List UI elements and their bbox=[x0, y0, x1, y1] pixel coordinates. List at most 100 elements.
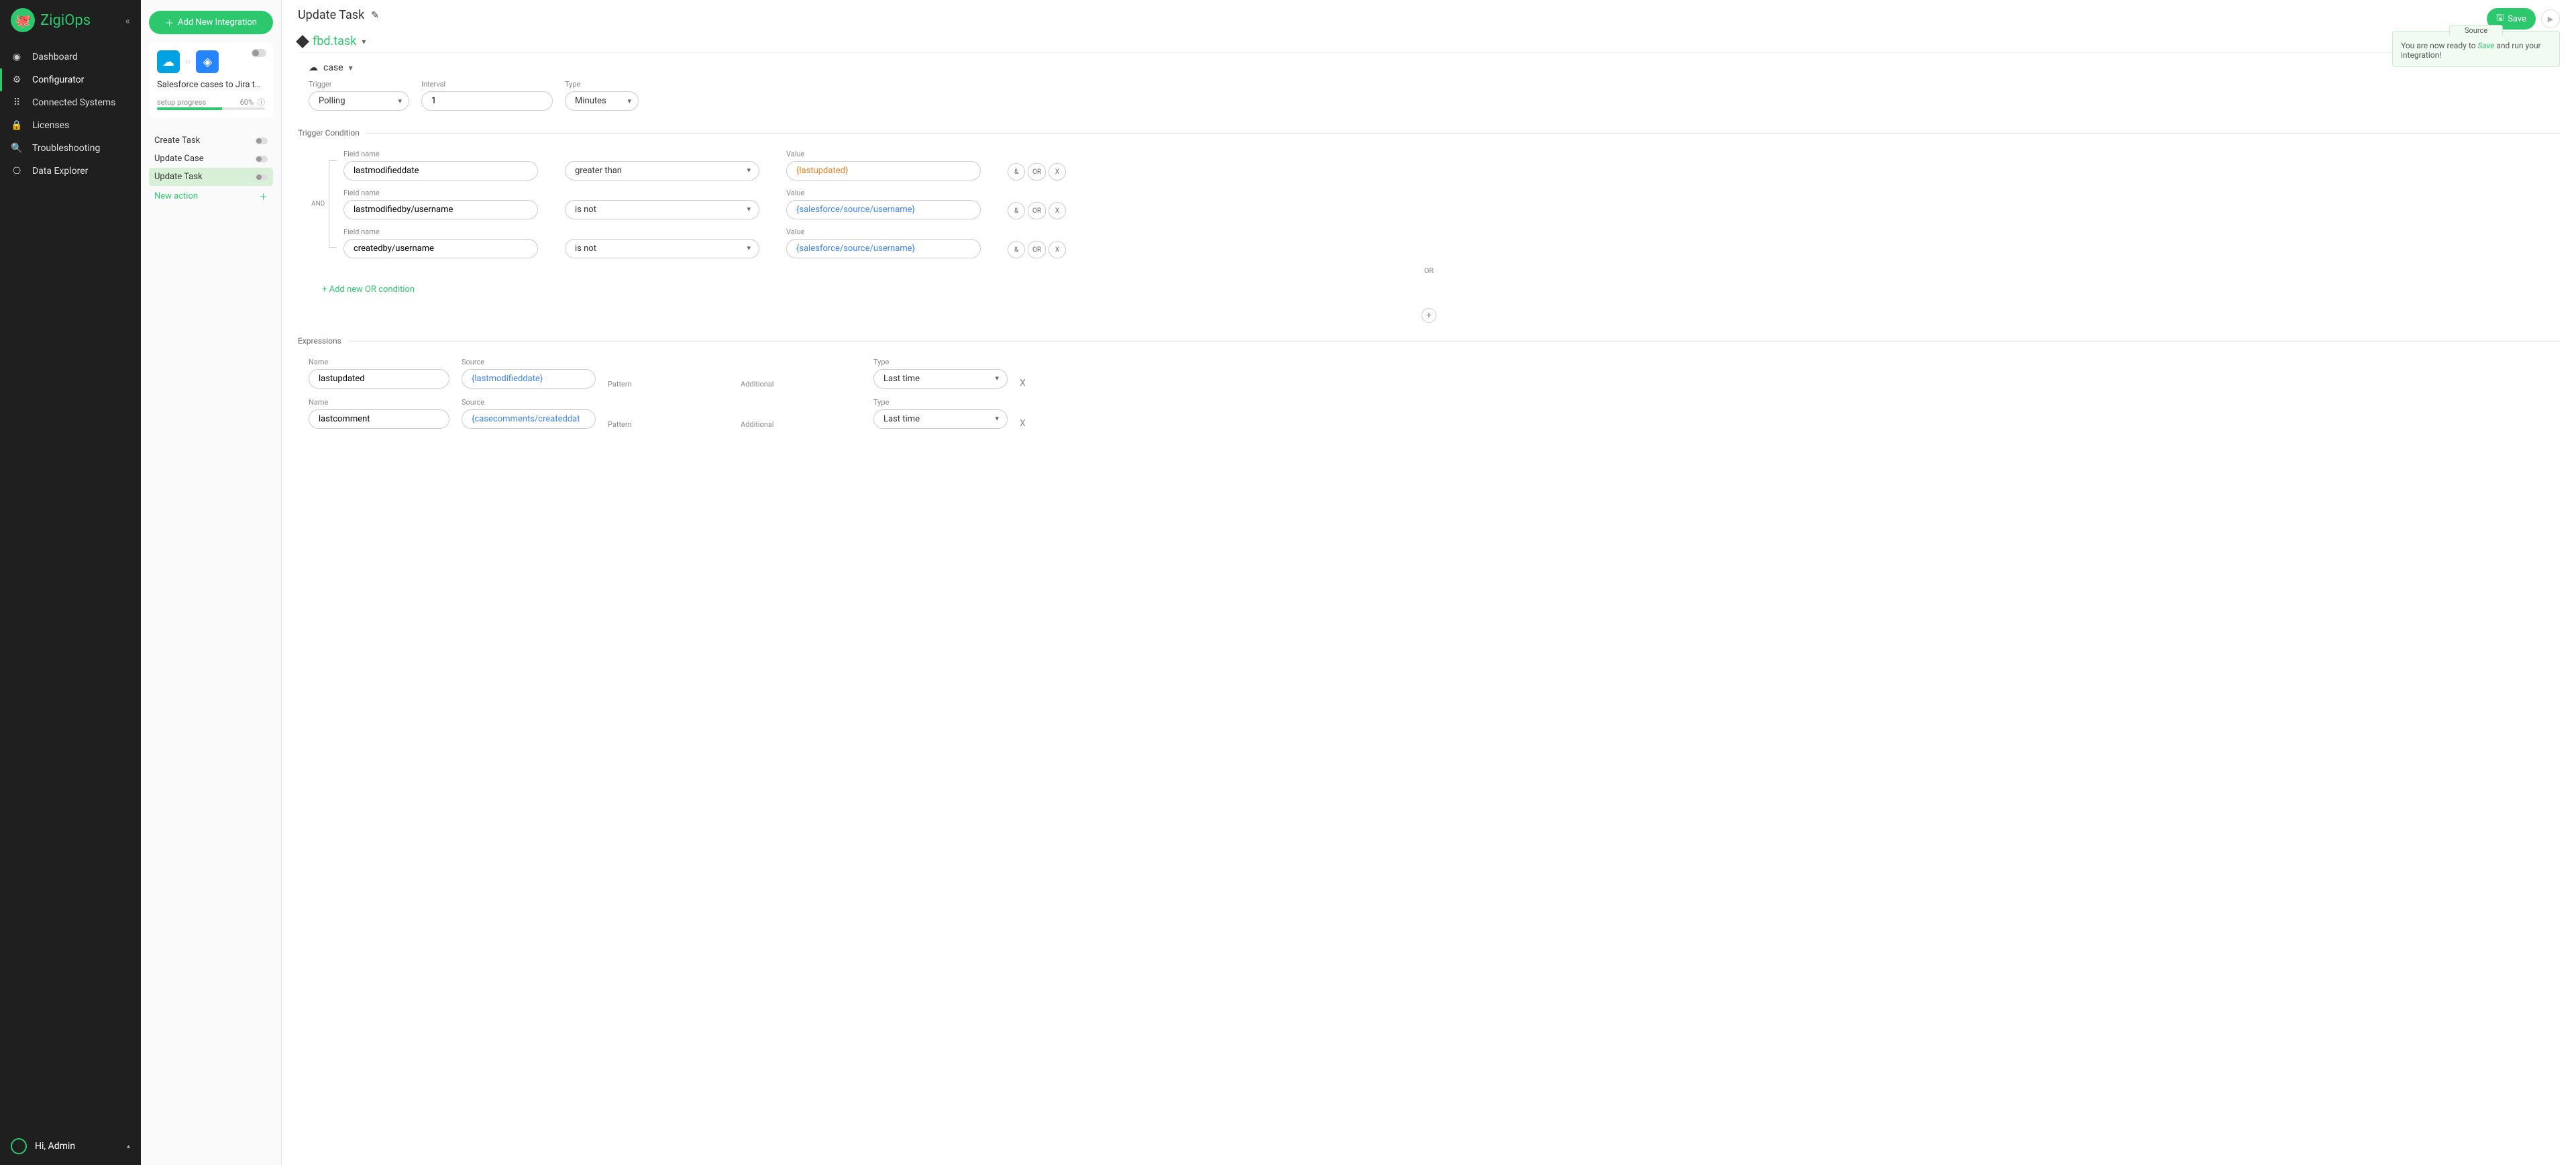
type-label: Type bbox=[565, 80, 639, 89]
sub-label: case bbox=[323, 62, 343, 73]
divider bbox=[348, 341, 2560, 342]
nodes-icon: ⠿ bbox=[11, 97, 23, 109]
field-label: Field name bbox=[343, 189, 538, 197]
trigger-field: Trigger Polling bbox=[309, 80, 409, 111]
nav-licenses[interactable]: 🔒Licenses bbox=[0, 114, 141, 137]
chevron-down-icon[interactable]: ▾ bbox=[349, 63, 353, 72]
hint-tab: Source bbox=[2449, 25, 2503, 36]
interval-field: Interval bbox=[421, 80, 553, 111]
sidebar-footer[interactable]: Hi, Admin ▴ bbox=[0, 1127, 141, 1165]
plus-icon: ＋ bbox=[165, 16, 174, 29]
info-icon[interactable]: ⓘ bbox=[258, 97, 265, 107]
action-label: Create Task bbox=[154, 136, 200, 146]
save-icon: 🖫 bbox=[2496, 11, 2504, 26]
or-button[interactable]: OR bbox=[1028, 202, 1046, 219]
action-update-case[interactable]: Update Case bbox=[149, 150, 273, 168]
expr-type-select[interactable]: Last time bbox=[873, 369, 1008, 389]
action-toggle[interactable] bbox=[256, 138, 268, 144]
operator-value: greater than bbox=[575, 166, 622, 176]
add-integration-button[interactable]: ＋ Add New Integration bbox=[149, 11, 273, 34]
delete-expr-button[interactable]: X bbox=[1020, 378, 1033, 389]
operator-select[interactable]: is not bbox=[565, 239, 759, 258]
delete-button[interactable]: X bbox=[1049, 241, 1066, 258]
type-label: Type bbox=[873, 358, 1008, 366]
trigger-label: Trigger bbox=[309, 80, 409, 89]
nav-troubleshooting[interactable]: 🔍Troubleshooting bbox=[0, 137, 141, 160]
operator-select[interactable]: greater than bbox=[565, 161, 759, 181]
integration-toggle[interactable] bbox=[252, 49, 266, 57]
action-toggle[interactable] bbox=[256, 156, 268, 162]
progress-fill bbox=[157, 107, 222, 110]
and-label: AND bbox=[311, 201, 325, 208]
action-toggle[interactable] bbox=[256, 174, 268, 181]
value-label: Value bbox=[786, 227, 981, 236]
value-input[interactable]: {lastupdated} bbox=[786, 161, 981, 181]
or-button[interactable]: OR bbox=[1028, 241, 1046, 258]
section-label: Expressions bbox=[298, 336, 341, 346]
additional-label: Additional bbox=[741, 380, 861, 389]
nav-dashboard[interactable]: ◉Dashboard bbox=[0, 46, 141, 68]
cond-buttons: & OR X bbox=[1008, 163, 1066, 181]
nav-data-explorer[interactable]: ⎔ Data Explorer bbox=[0, 160, 141, 183]
user-menu-caret-icon[interactable]: ▴ bbox=[127, 1143, 130, 1150]
integration-card[interactable]: ☁ ‹› ◈ Salesforce cases to Jira t… setup… bbox=[149, 42, 273, 118]
value-label: Value bbox=[786, 150, 981, 158]
or-divider: OR bbox=[298, 266, 2560, 275]
lock-icon: 🔒 bbox=[11, 119, 23, 132]
salesforce-icon: ☁ bbox=[157, 50, 180, 73]
add-btn-label: Add New Integration bbox=[178, 17, 257, 28]
expr-name-input[interactable] bbox=[309, 409, 449, 429]
field-input[interactable] bbox=[343, 239, 538, 258]
value-input[interactable]: {salesforce/source/username} bbox=[786, 239, 981, 258]
field-input[interactable] bbox=[343, 161, 538, 181]
run-button[interactable]: ▶ bbox=[2541, 9, 2560, 28]
action-update-task[interactable]: Update Task bbox=[149, 168, 273, 186]
edit-title-icon[interactable]: ✎ bbox=[371, 10, 379, 21]
cond-buttons: & OR X bbox=[1008, 241, 1066, 258]
explorer-icon: ⎔ bbox=[11, 165, 23, 177]
integration-panel: ＋ Add New Integration ☁ ‹› ◈ Salesforce … bbox=[141, 0, 282, 1165]
trigger-condition-title: Trigger Condition bbox=[298, 128, 2560, 138]
or-button[interactable]: OR bbox=[1028, 163, 1046, 181]
and-button[interactable]: & bbox=[1008, 241, 1025, 258]
plus-icon: ＋ bbox=[259, 190, 268, 203]
breadcrumb[interactable]: fbd.task ▾ bbox=[298, 34, 2560, 53]
type-label: Type bbox=[873, 398, 1008, 407]
collapse-sidebar-icon[interactable]: « bbox=[125, 14, 130, 27]
logo-icon: 🐙 bbox=[11, 8, 35, 32]
delete-expr-button[interactable]: X bbox=[1020, 418, 1033, 429]
field-input[interactable] bbox=[343, 200, 538, 219]
and-button[interactable]: & bbox=[1008, 202, 1025, 219]
operator-select[interactable]: is not bbox=[565, 200, 759, 219]
nav-label: Data Explorer bbox=[32, 166, 88, 176]
progress-bar bbox=[157, 107, 265, 110]
nav-label: Configurator bbox=[32, 74, 84, 85]
action-create-task[interactable]: Create Task bbox=[149, 132, 273, 150]
type-value: Minutes bbox=[575, 96, 606, 106]
expr-name-input[interactable] bbox=[309, 369, 449, 389]
nav-configurator[interactable]: ⚙Configurator bbox=[0, 68, 141, 91]
nav-connected-systems[interactable]: ⠿Connected Systems bbox=[0, 91, 141, 114]
interval-input[interactable] bbox=[421, 91, 553, 111]
trigger-select[interactable]: Polling bbox=[309, 91, 409, 111]
type-field: Type Minutes bbox=[565, 80, 639, 111]
and-button[interactable]: & bbox=[1008, 163, 1025, 181]
sub-crumb[interactable]: ☁ case ▾ bbox=[309, 62, 2560, 73]
type-select[interactable]: Minutes bbox=[565, 91, 639, 111]
add-button[interactable]: + bbox=[1421, 308, 1436, 323]
expressions-title: Expressions bbox=[298, 336, 2560, 346]
page-title: Update Task bbox=[298, 8, 364, 22]
expr-source-input[interactable]: {lastmodifieddate} bbox=[462, 369, 596, 389]
trigger-value: Polling bbox=[319, 96, 345, 106]
expr-source-input[interactable]: {casecomments/createddat bbox=[462, 409, 596, 429]
source-label: Source bbox=[462, 398, 596, 407]
action-new[interactable]: New action＋ bbox=[149, 186, 273, 207]
delete-button[interactable]: X bbox=[1049, 202, 1066, 219]
add-or-condition[interactable]: + Add new OR condition bbox=[322, 285, 2560, 295]
expr-type-select[interactable]: Last time bbox=[873, 409, 1008, 429]
chevron-down-icon[interactable]: ▾ bbox=[362, 37, 366, 46]
divider bbox=[366, 133, 2560, 134]
value-input[interactable]: {salesforce/source/username} bbox=[786, 200, 981, 219]
delete-button[interactable]: X bbox=[1049, 163, 1066, 181]
operator-value: is not bbox=[575, 244, 596, 254]
